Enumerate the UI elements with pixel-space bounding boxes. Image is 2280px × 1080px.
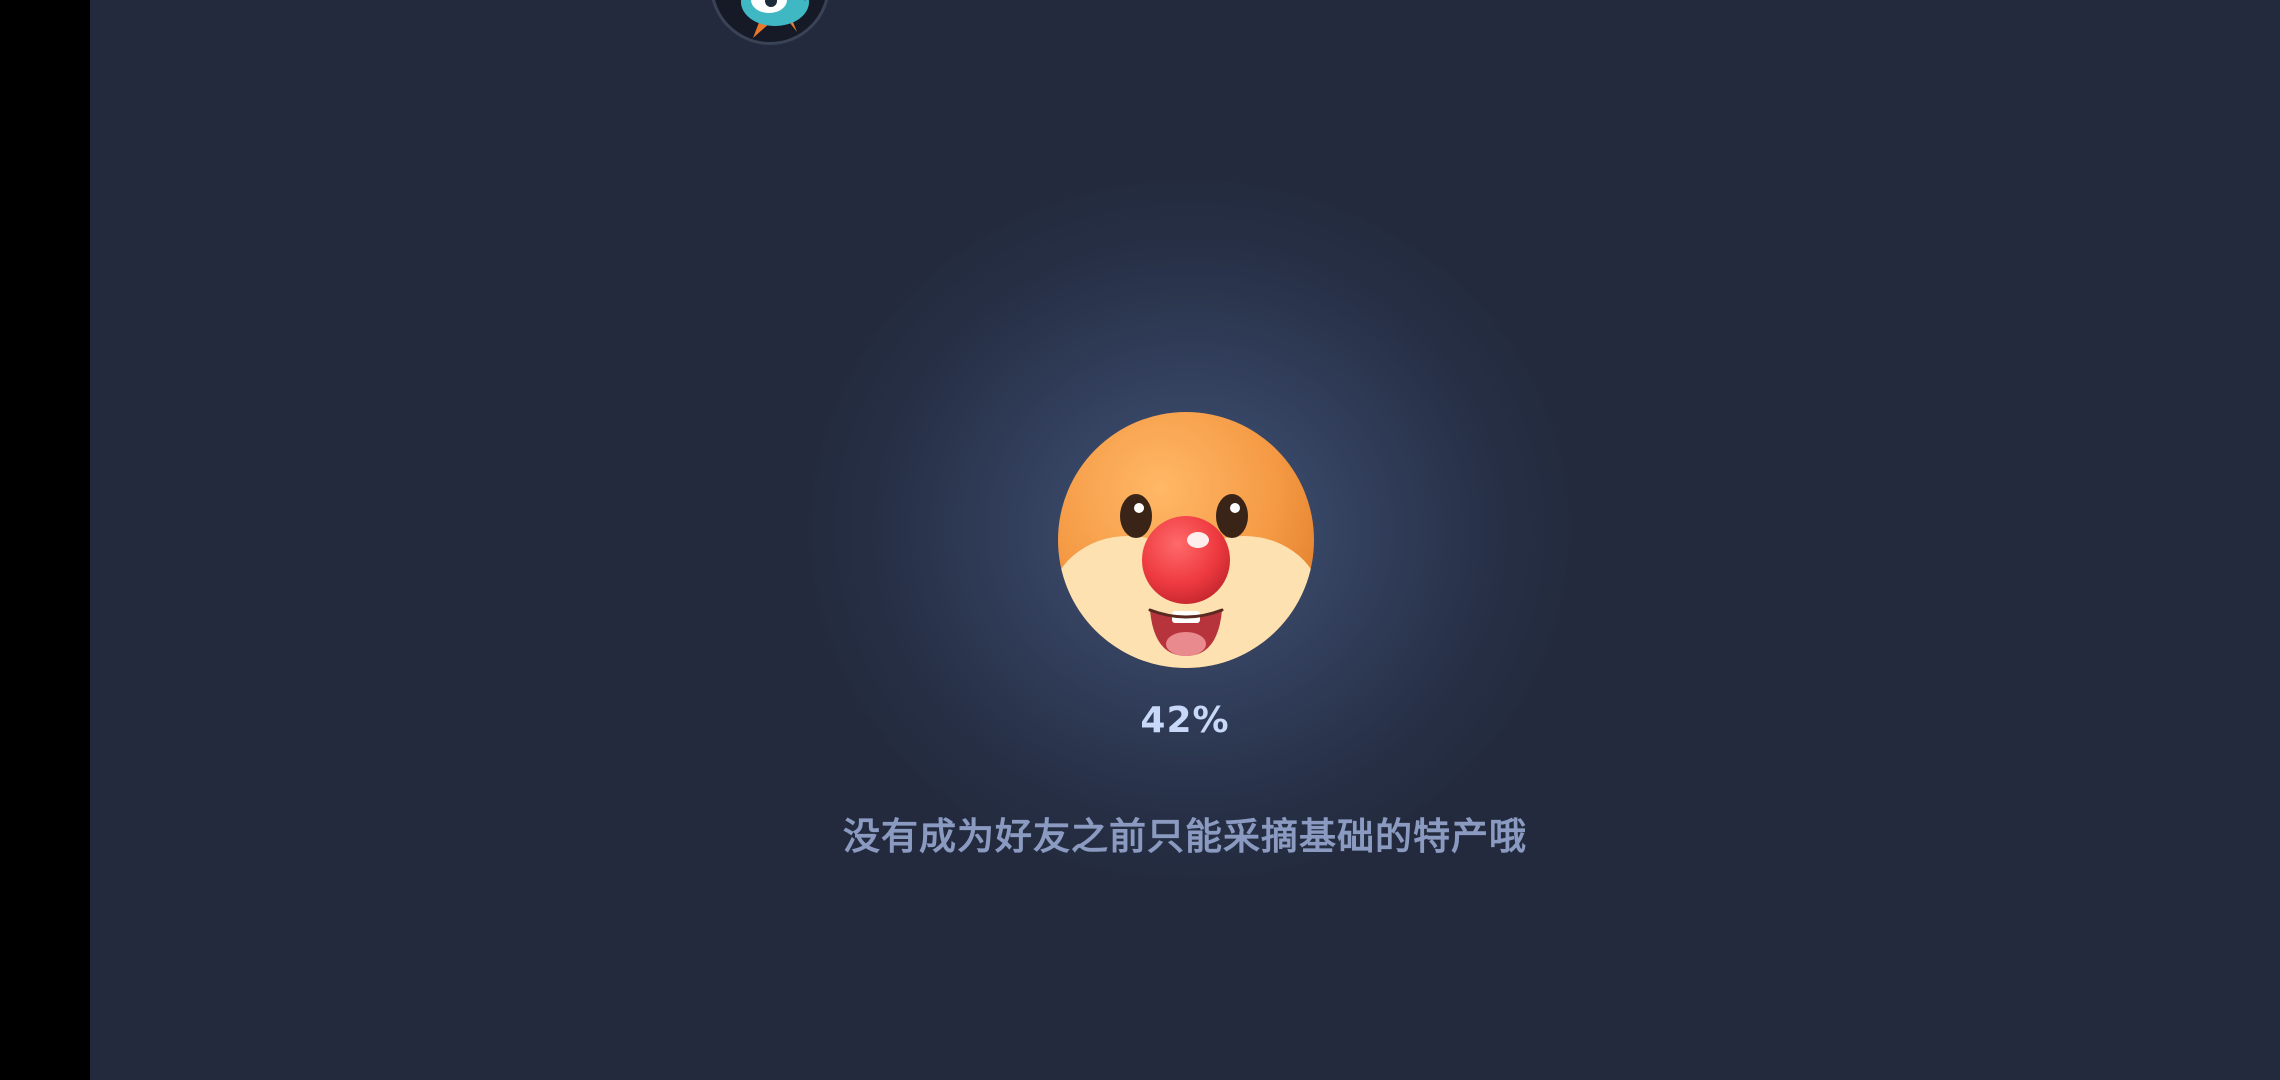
left-black-bar [0,0,90,1080]
orange-clown-face-icon [1058,412,1314,668]
blue-creature-avatar-icon[interactable] [710,0,830,45]
loading-screen: 42% 没有成为好友之前只能采摘基础的特产哦 [90,0,2280,1080]
loading-progress-percent: 42% [1140,700,1230,741]
loading-tip-text: 没有成为好友之前只能采摘基础的特产哦 [843,815,1527,858]
